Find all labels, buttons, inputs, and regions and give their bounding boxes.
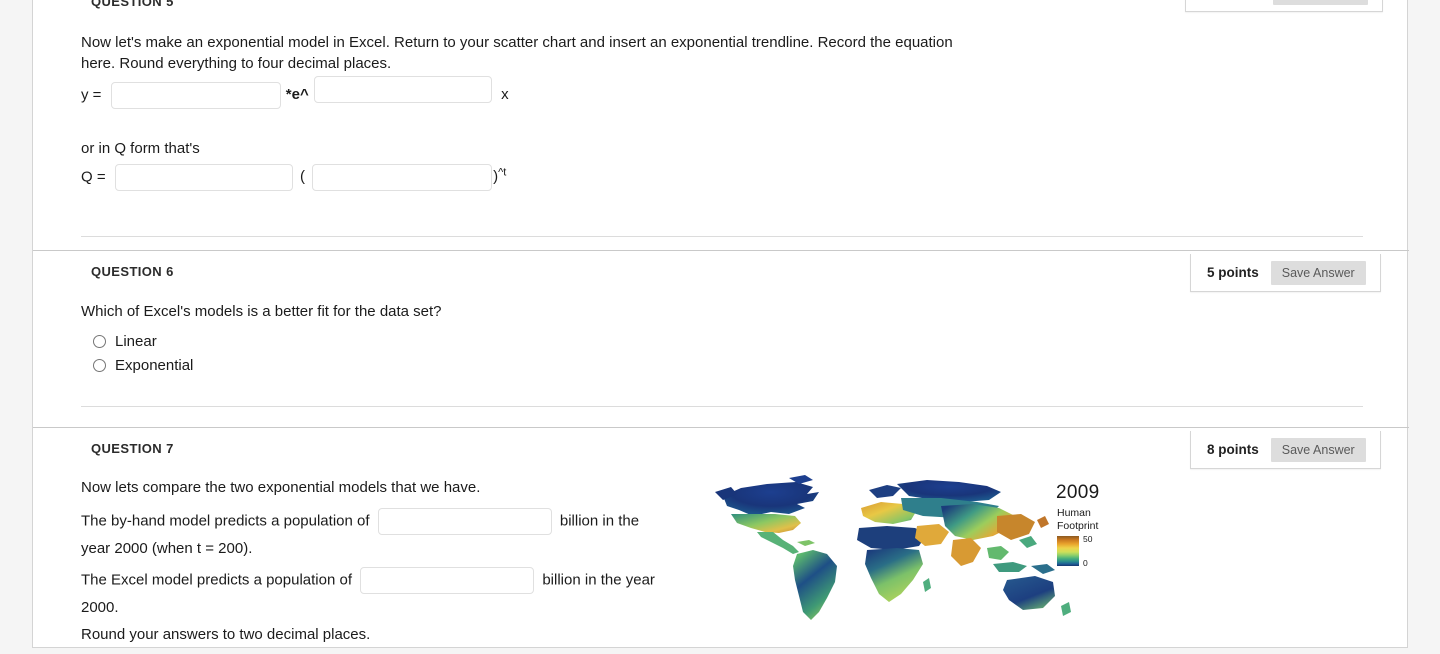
question-7-title: QUESTION 7 <box>91 441 174 456</box>
question-5-equation-1: y = *e^ x <box>81 76 509 109</box>
question-5-qform-text: or in Q form that's <box>81 140 200 157</box>
world-map-image <box>701 470 1081 635</box>
figure-caption-line-1: Human <box>1057 507 1091 519</box>
question-5-points-panel: 12 points Save Answer <box>1185 0 1384 12</box>
radio-option-exponential[interactable]: Exponential <box>93 357 193 374</box>
radio-label-exponential: Exponential <box>115 357 194 374</box>
question-7-header-border <box>33 427 1409 428</box>
question-7-line-2b: billion in the <box>559 512 640 530</box>
eq2-exponent-label: ^t <box>498 166 507 179</box>
question-7-points: 8 points <box>1207 442 1259 457</box>
radio-option-linear[interactable]: Linear <box>93 333 193 350</box>
question-6-options: Linear Exponential <box>81 326 193 374</box>
eq2-prefix-label: Q = <box>81 168 106 186</box>
radio-input-exponential[interactable] <box>93 359 106 372</box>
figure-caption: Human Footprint <box>1057 507 1098 532</box>
radio-input-linear[interactable] <box>93 335 106 348</box>
figure-caption-line-2: Footprint <box>1057 519 1099 532</box>
quiz-panel: QUESTION 5 12 points Save Answer Now let… <box>32 0 1409 648</box>
question-7-excel-row: The Excel model predicts a population of… <box>81 566 721 594</box>
radio-label-linear: Linear <box>115 333 157 350</box>
question-6-prompt: Which of Excel's models is a better fit … <box>81 303 442 320</box>
question-5-prompt-line-2: here. Round everything to four decimal p… <box>81 55 392 73</box>
quiz-page: QUESTION 5 12 points Save Answer Now let… <box>0 0 1440 654</box>
save-answer-button-5[interactable]: Save Answer <box>1273 0 1369 5</box>
bottom-strip <box>32 648 1408 654</box>
question-7-byhand-row: The by-hand model predicts a population … <box>81 508 721 536</box>
question-6-title: QUESTION 6 <box>91 264 174 279</box>
question-5-equation-2: Q = ( )^t <box>81 164 506 191</box>
question-6-points-panel: 5 points Save Answer <box>1190 254 1381 292</box>
question-7-points-panel: 8 points Save Answer <box>1190 431 1381 469</box>
question-7-line-2a: The by-hand model predicts a population … <box>81 512 370 530</box>
figure-legend-min: 0 <box>1083 558 1088 568</box>
eq1-mid-label: *e^ <box>285 86 309 104</box>
question-5-title: QUESTION 5 <box>91 0 174 9</box>
q5-coefficient-input[interactable] <box>110 82 281 109</box>
question-7-line-4a: The Excel model predicts a population of <box>81 571 352 589</box>
human-footprint-figure: 2009 Human Footprint 50 0 <box>701 470 1099 635</box>
right-gutter <box>1409 0 1440 654</box>
question-7-line-4b: billion in the year <box>542 571 655 589</box>
question-5-prompt: Now let's make an exponential model in E… <box>81 32 1121 75</box>
question-6-header-border <box>33 250 1409 251</box>
eq1-suffix-label: x <box>501 86 509 104</box>
question-5-separator <box>81 236 1363 237</box>
question-7-line-3: year 2000 (when t = 200). <box>81 540 253 558</box>
figure-year-label: 2009 <box>1056 482 1100 503</box>
q5-qform-initial-input[interactable] <box>114 164 293 191</box>
question-7-prompt: Now lets compare the two exponential mod… <box>81 477 721 645</box>
question-7-line-1: Now lets compare the two exponential mod… <box>81 479 481 496</box>
figure-legend-max: 50 <box>1083 534 1093 544</box>
question-7-line-5: 2000. <box>81 598 119 616</box>
excel-population-input[interactable] <box>360 566 535 594</box>
q5-exponent-input[interactable] <box>313 76 492 103</box>
q5-qform-base-input[interactable] <box>312 164 493 191</box>
eq2-open-paren-label: ( <box>299 168 305 186</box>
eq1-prefix-label: y = <box>81 86 102 104</box>
question-7-line-6: Round your answers to two decimal places… <box>81 625 371 643</box>
question-6-separator <box>81 406 1363 407</box>
question-5-prompt-line-1: Now let's make an exponential model in E… <box>81 34 953 51</box>
question-6-points: 5 points <box>1207 265 1259 280</box>
save-answer-button-6[interactable]: Save Answer <box>1270 260 1366 285</box>
save-answer-button-7[interactable]: Save Answer <box>1270 437 1366 462</box>
figure-color-legend-bar <box>1057 536 1079 566</box>
left-gutter <box>0 0 32 654</box>
byhand-population-input[interactable] <box>377 508 552 536</box>
